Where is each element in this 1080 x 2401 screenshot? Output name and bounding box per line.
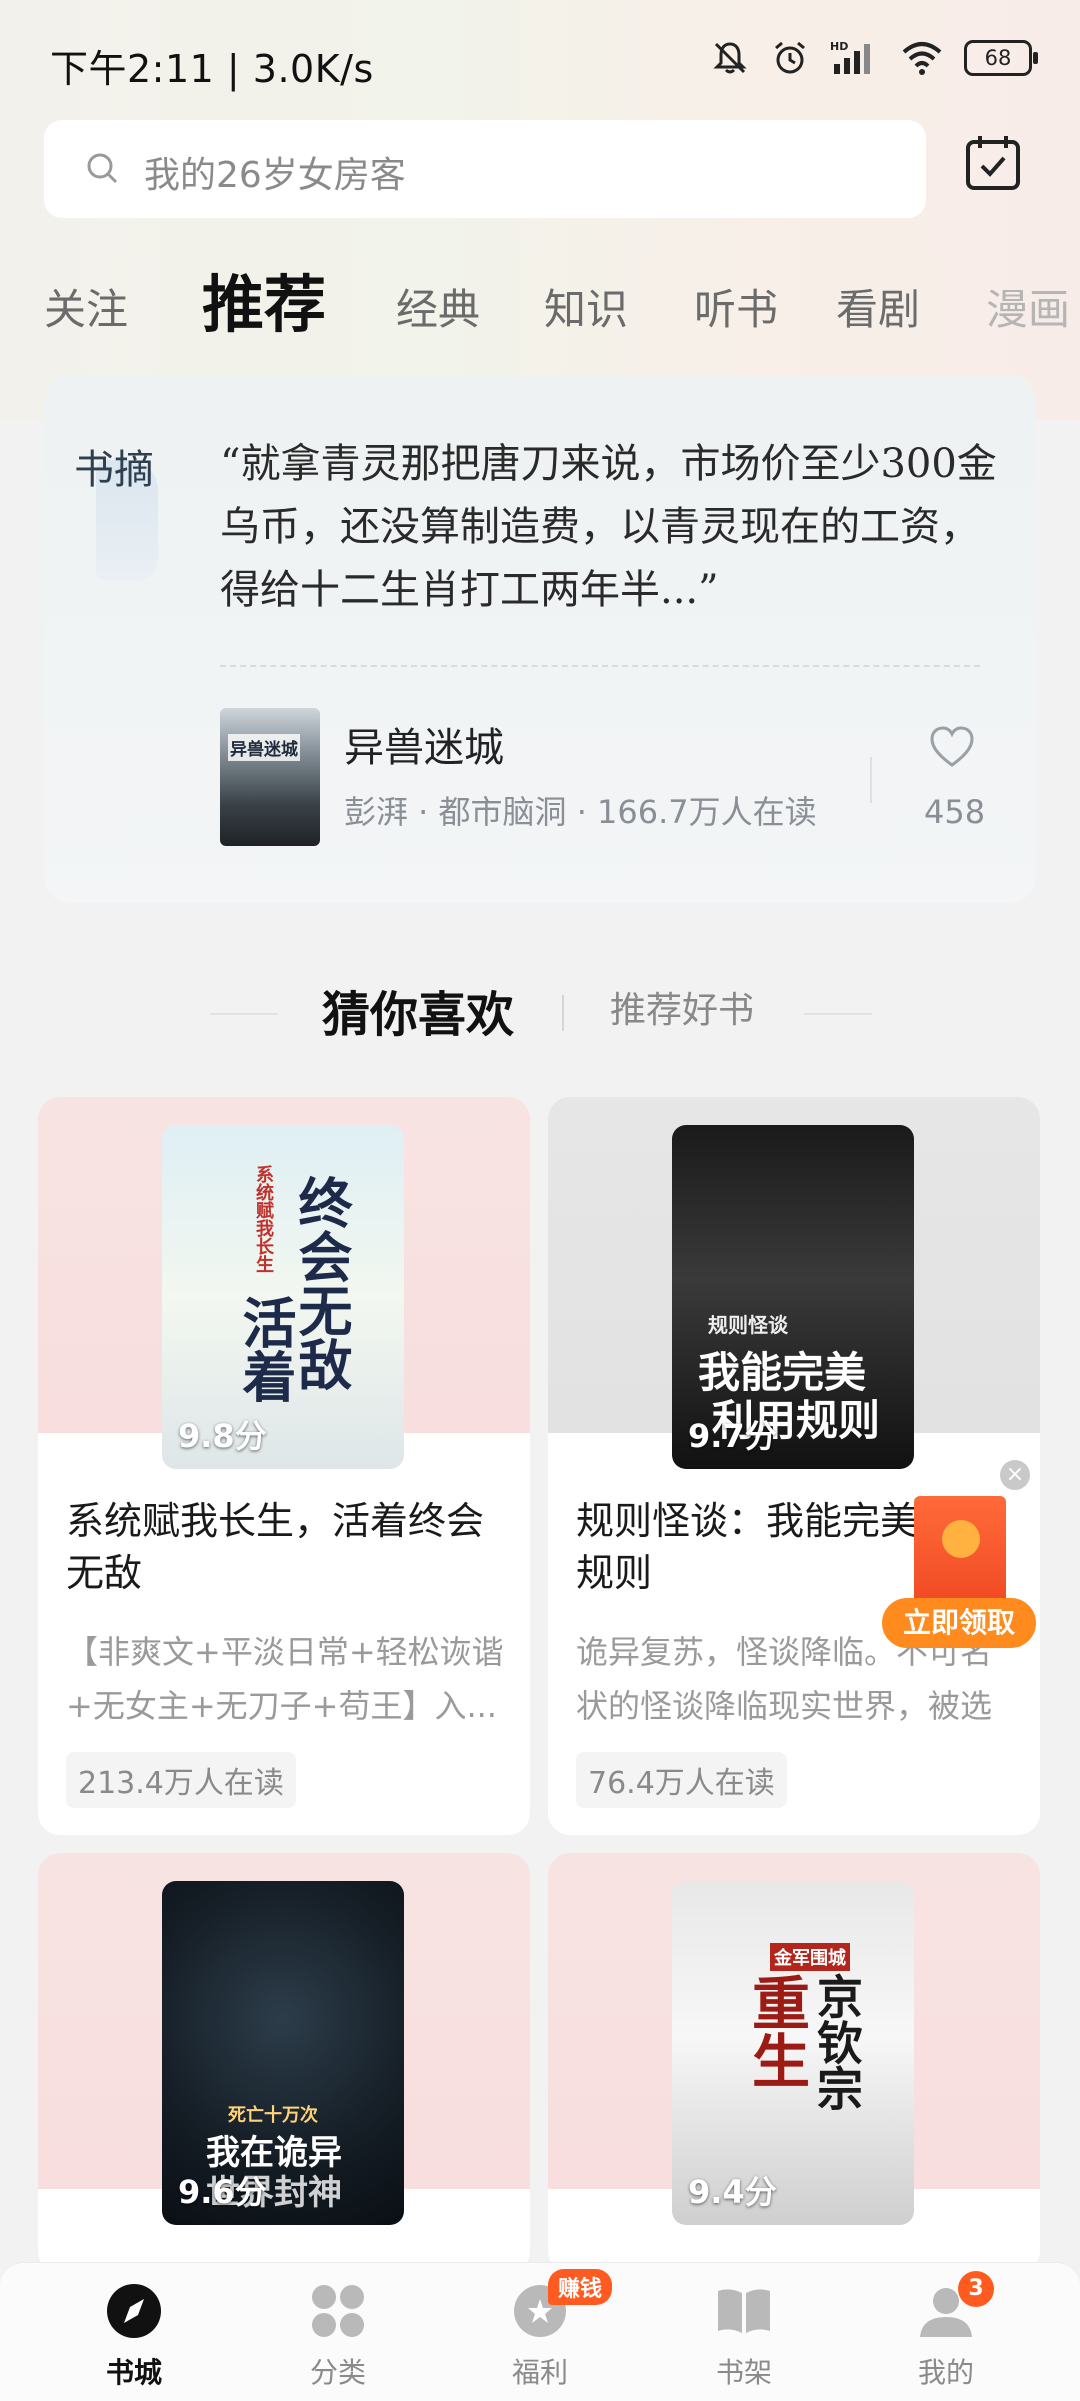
notification-badge: 3 xyxy=(958,2271,994,2307)
book-score: 9.6分 xyxy=(178,2173,267,2211)
battery-indicator: 68 xyxy=(964,40,1038,76)
like-count: 458 xyxy=(924,793,986,831)
tab-follow[interactable]: 关注 xyxy=(44,276,128,337)
section-subtitle[interactable]: 推荐好书 xyxy=(610,981,754,1033)
book-title[interactable]: 异兽迷城 xyxy=(344,715,504,773)
tab-recommend[interactable]: 推荐 xyxy=(202,254,326,344)
search-placeholder: 我的26岁女房客 xyxy=(144,155,406,196)
status-icons: HD 68 xyxy=(710,38,1038,78)
book-title: 系统赋我长生，活着终会无敌 xyxy=(66,1499,485,1595)
book-cover[interactable]: 终会无敌 活着 系统赋我长生 9.8分 xyxy=(162,1125,404,1469)
tab-drama[interactable]: 看剧 xyxy=(836,276,920,337)
cover-tag: 死亡十万次 xyxy=(228,2105,318,2126)
book-card[interactable]: 金军围城 重生 京钦宗 9.4分 xyxy=(548,1853,1040,2273)
tab-comics[interactable]: 漫画 xyxy=(986,276,1070,337)
book-score: 9.4分 xyxy=(688,2173,777,2211)
search-icon xyxy=(87,153,118,184)
read-count: 213.4万人在读 xyxy=(66,1752,296,1808)
claim-now-button[interactable]: 立即领取 xyxy=(882,1598,1036,1648)
compass-icon xyxy=(107,2284,161,2338)
close-icon[interactable]: × xyxy=(1000,1460,1030,1490)
bottom-navigation: 书城 分类 赚钱 福利 书架 3 我的 xyxy=(0,2262,1080,2401)
book-score: 9.7分 xyxy=(688,1417,777,1455)
tab-classic[interactable]: 经典 xyxy=(396,276,480,337)
earn-badge: 赚钱 xyxy=(548,2269,613,2305)
tab-audiobook[interactable]: 听书 xyxy=(694,276,778,337)
checkin-calendar-icon[interactable] xyxy=(962,132,1024,194)
cover-subtitle: 活着 xyxy=(233,1295,297,1403)
book-icon xyxy=(718,2289,770,2333)
nav-label: 我的 xyxy=(917,2356,974,2389)
nav-label: 书架 xyxy=(715,2356,772,2389)
section-header: 猜你喜欢 推荐好书 xyxy=(0,975,1080,1055)
section-title[interactable]: 猜你喜欢 xyxy=(322,975,514,1045)
cover-tag: 金军围城 xyxy=(770,1943,850,1971)
cover-tag: 系统赋我长生 xyxy=(253,1165,274,1273)
nav-category[interactable]: 分类 xyxy=(278,2281,398,2391)
book-card[interactable]: 死亡十万次 我在诡异 世界封神 9.6分 xyxy=(38,1853,530,2273)
nav-label: 福利 xyxy=(511,2356,568,2389)
nav-profile[interactable]: 3 我的 xyxy=(886,2271,1006,2391)
excerpt-label: 书摘 xyxy=(74,447,154,493)
book-cover[interactable]: 规则怪谈 我能完美 利用规则 9.7分 xyxy=(672,1125,914,1469)
svg-text:HD: HD xyxy=(830,40,848,53)
book-meta: 彭湃 · 都市脑洞 · 166.7万人在读 xyxy=(344,793,817,831)
signal-icon: HD xyxy=(830,40,870,74)
nav-bookstore[interactable]: 书城 xyxy=(74,2281,194,2391)
book-cover[interactable]: 死亡十万次 我在诡异 世界封神 9.6分 xyxy=(162,1881,404,2225)
wifi-icon xyxy=(902,42,942,75)
red-packet-widget[interactable]: 立即领取 × xyxy=(882,1458,1042,1658)
cover-subtitle: 京钦宗 xyxy=(810,1973,864,2111)
search-bar[interactable]: 我的26岁女房客 xyxy=(44,120,926,218)
excerpt-quote: “就拿青灵那把唐刀来说，市场价至少300金乌币，还没算制造费，以青灵现在的工资，… xyxy=(220,441,997,613)
divider xyxy=(210,1013,278,1015)
divider xyxy=(562,995,564,1031)
nav-label: 书城 xyxy=(105,2356,162,2389)
status-time: 下午2:11 | 3.0K/s xyxy=(50,47,374,91)
tab-knowledge[interactable]: 知识 xyxy=(544,276,628,337)
book-card[interactable]: 终会无敌 活着 系统赋我长生 9.8分 系统赋我长生，活着终会无敌 【非爽文+平… xyxy=(38,1097,530,1835)
grid-icon xyxy=(312,2285,364,2337)
alarm-icon xyxy=(775,41,805,74)
mute-bell-icon xyxy=(713,42,747,74)
heart-icon[interactable] xyxy=(928,725,976,769)
book-cover-title: 异兽迷城 xyxy=(228,734,300,761)
cover-tag: 规则怪谈 xyxy=(708,1313,788,1337)
book-excerpt-card[interactable]: 书摘 “就拿青灵那把唐刀来说，市场价至少300金乌币，还没算制造费，以青灵现在的… xyxy=(44,375,1036,903)
nav-bookshelf[interactable]: 书架 xyxy=(684,2281,804,2391)
read-count: 76.4万人在读 xyxy=(576,1752,787,1808)
book-cover[interactable]: 异兽迷城 xyxy=(220,708,320,846)
book-score: 9.8分 xyxy=(178,1417,267,1455)
coin-icon xyxy=(942,1520,980,1558)
divider xyxy=(220,665,980,667)
nav-welfare[interactable]: 赚钱 福利 xyxy=(480,2269,613,2391)
divider xyxy=(804,1013,872,1015)
category-tabs: 关注 推荐 经典 知识 听书 看剧 漫画 xyxy=(0,250,1080,341)
book-description: 【非爽文+平淡日常+轻松诙谐+无女主+无刀子+苟王】入... xyxy=(66,1633,504,1725)
nav-label: 分类 xyxy=(309,2356,366,2389)
status-bar: 下午2:11 | 3.0K/s HD 68 xyxy=(0,0,1080,125)
divider xyxy=(870,757,872,803)
book-cover[interactable]: 金军围城 重生 京钦宗 9.4分 xyxy=(672,1881,914,2225)
